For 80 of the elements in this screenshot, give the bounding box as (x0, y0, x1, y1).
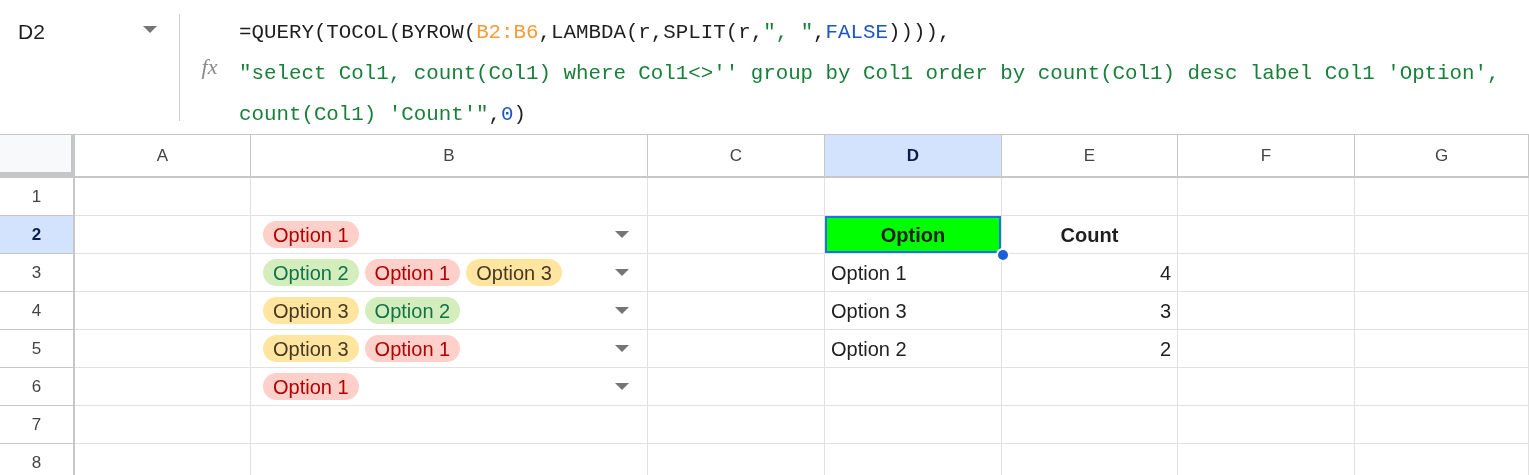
option-chip: Option 1 (364, 335, 461, 362)
table-cell[interactable] (1355, 330, 1529, 368)
option-chip: Option 2 (364, 297, 461, 324)
table-cell[interactable] (1178, 406, 1355, 444)
table-cell[interactable] (648, 292, 825, 330)
name-box-caret-icon[interactable] (143, 26, 157, 34)
table-cell[interactable] (1178, 216, 1355, 254)
table-cell[interactable] (1002, 178, 1178, 216)
dropdown-caret-icon[interactable] (615, 344, 629, 353)
table-cell[interactable] (825, 368, 1002, 406)
table-cell[interactable] (648, 178, 825, 216)
column-header[interactable]: A (75, 135, 251, 176)
table-cell[interactable]: Count (1002, 216, 1178, 254)
table-cell[interactable]: Option 2 (825, 330, 1002, 368)
option-chip: Option 2 (263, 259, 359, 286)
table-cell[interactable] (1178, 254, 1355, 292)
table-cell[interactable] (75, 406, 251, 444)
row-header[interactable]: 7 (0, 406, 75, 444)
function-icon: fx (201, 56, 218, 80)
table-cell[interactable]: Option 2 Option 1 Option 3 (251, 254, 648, 292)
table-cell[interactable]: Option 3 Option 2 (251, 292, 648, 330)
row-header[interactable]: 3 (0, 254, 75, 292)
table-cell[interactable] (1178, 368, 1355, 406)
table-cell[interactable] (75, 330, 251, 368)
column-header[interactable]: B (251, 135, 648, 176)
table-cell[interactable] (1355, 406, 1529, 444)
table-cell[interactable] (648, 254, 825, 292)
fill-handle[interactable] (996, 248, 1010, 262)
table-cell[interactable] (251, 178, 648, 216)
option-chip: Option 3 (466, 259, 562, 286)
table-cell[interactable] (251, 406, 648, 444)
table-cell[interactable] (825, 406, 1002, 444)
row-header[interactable]: 6 (0, 368, 75, 406)
table-cell[interactable]: 4 (1002, 254, 1178, 292)
table-cell[interactable]: 3 (1002, 292, 1178, 330)
table-cell[interactable] (1178, 178, 1355, 216)
option-chip: Option 3 (263, 297, 359, 324)
table-cell[interactable]: Option 3 Option 1 (251, 330, 648, 368)
column-header[interactable]: G (1355, 135, 1529, 176)
table-cell[interactable] (1355, 254, 1529, 292)
table-cell[interactable] (75, 216, 251, 254)
name-box[interactable]: D2 (18, 16, 45, 48)
option-chip: Option 1 (263, 221, 359, 248)
table-cell[interactable] (1002, 368, 1178, 406)
table-cell[interactable] (648, 406, 825, 444)
table-cell[interactable] (1355, 178, 1529, 216)
table-cell[interactable]: Option 1 (251, 216, 648, 254)
dropdown-caret-icon[interactable] (615, 306, 629, 315)
table-cell[interactable] (648, 368, 825, 406)
table-cell[interactable] (75, 254, 251, 292)
table-cell[interactable] (1355, 368, 1529, 406)
row-header[interactable]: 4 (0, 292, 75, 330)
table-cell[interactable]: Option (825, 216, 1002, 254)
table-cell[interactable] (1355, 292, 1529, 330)
dropdown-caret-icon[interactable] (615, 268, 629, 277)
formula-field[interactable]: =QUERY(TOCOL(BYROW(B2:B6,LAMBDA(r,SPLIT(r,", ",FALSE)))), "select Col1, count(Col1) where Col1<>'' group by Col1 order by count(Col1) desc label Col1 'Option', count(Col1) 'Count'",0) (239, 12, 1500, 134)
row-header[interactable]: 8 (0, 444, 75, 475)
row-header[interactable]: 2 (0, 216, 75, 254)
table-cell[interactable] (75, 292, 251, 330)
table-cell[interactable] (1002, 406, 1178, 444)
table-cell[interactable] (75, 368, 251, 406)
table-cell[interactable]: Option 1 (251, 368, 648, 406)
select-all-corner[interactable] (0, 135, 75, 176)
row-header[interactable]: 5 (0, 330, 75, 368)
table-cell[interactable]: Option 3 (825, 292, 1002, 330)
column-header[interactable]: D (825, 135, 1002, 176)
table-cell[interactable] (1178, 292, 1355, 330)
option-chip: Option 3 (263, 335, 359, 362)
dropdown-caret-icon[interactable] (615, 230, 629, 239)
option-chip: Option 1 (364, 259, 461, 286)
table-cell[interactable]: 2 (1002, 330, 1178, 368)
option-chip: Option 1 (263, 373, 359, 400)
table-cell[interactable]: Option 1 (825, 254, 1002, 292)
column-header[interactable]: E (1002, 135, 1178, 176)
table-cell[interactable] (648, 330, 825, 368)
table-cell[interactable] (1355, 216, 1529, 254)
table-cell[interactable] (1178, 330, 1355, 368)
column-header[interactable]: F (1178, 135, 1355, 176)
dropdown-caret-icon[interactable] (615, 382, 629, 391)
table-cell[interactable] (75, 178, 251, 216)
